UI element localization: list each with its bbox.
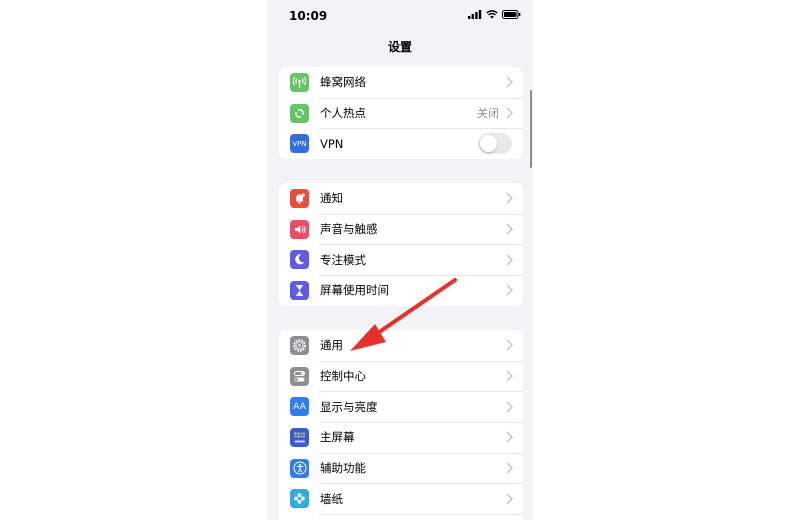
hotspot-link-icon — [290, 103, 309, 123]
home-screen-grid-icon — [290, 427, 309, 447]
settings-row-screen-time[interactable]: 屏幕使用时间 — [279, 275, 523, 306]
settings-row-label: 控制中心 — [320, 369, 366, 384]
settings-row-label: 通用 — [320, 338, 343, 353]
settings-row-home-screen[interactable]: 主屏幕 — [279, 422, 523, 453]
chevron-right-icon — [506, 107, 513, 119]
settings-row-label: 通知 — [320, 191, 343, 206]
settings-row-label: 蜂窝网络 — [320, 75, 366, 90]
settings-row-value: 关闭 — [477, 107, 499, 121]
settings-row-display-brightness[interactable]: AA 显示与亮度 — [279, 391, 523, 422]
settings-row-wallpaper[interactable]: 墙纸 — [279, 483, 523, 514]
chevron-right-icon — [506, 76, 513, 88]
switches-icon — [290, 366, 309, 386]
settings-screen: 10:09 设置 蜂窝网络 个人热点 关闭 VPN VPN 通知 声音与触感 专… — [267, 0, 533, 520]
settings-row-focus[interactable]: 专注模式 — [279, 244, 523, 275]
settings-row-vpn: VPN VPN — [279, 128, 523, 159]
text-size-icon: AA — [290, 397, 309, 417]
vpn-icon-text: VPN — [292, 139, 307, 148]
chevron-right-icon — [506, 401, 513, 413]
hourglass-icon — [290, 280, 309, 300]
settings-row-label: VPN — [320, 136, 344, 151]
moon-icon — [290, 250, 309, 270]
settings-group-general: 通用 控制中心 AA 显示与亮度 主屏幕 辅助功能 墙纸 — [279, 330, 523, 520]
battery-icon — [502, 10, 521, 19]
chevron-right-icon — [506, 493, 513, 505]
speaker-icon — [290, 219, 309, 239]
settings-row-label: 声音与触感 — [320, 222, 378, 237]
settings-group-notifications: 通知 声音与触感 专注模式 屏幕使用时间 — [279, 183, 523, 306]
toggle-knob — [480, 135, 497, 153]
text-size-icon-text: AA — [293, 401, 306, 412]
chevron-right-icon — [506, 192, 513, 204]
settings-row-general[interactable]: 通用 — [279, 330, 523, 361]
settings-row-label: 个人热点 — [320, 106, 366, 121]
chevron-right-icon — [506, 431, 513, 443]
settings-group-connectivity: 蜂窝网络 个人热点 关闭 VPN VPN — [279, 67, 523, 160]
settings-row-accessibility[interactable]: 辅助功能 — [279, 452, 523, 484]
settings-row-label: 墙纸 — [320, 491, 343, 506]
flower-icon — [290, 489, 309, 509]
chevron-right-icon — [506, 223, 513, 235]
page-title: 设置 — [387, 40, 412, 54]
accessibility-icon — [290, 458, 309, 478]
settings-row-personal-hotspot[interactable]: 个人热点 关闭 — [279, 97, 523, 129]
settings-row-control-center[interactable]: 控制中心 — [279, 360, 523, 392]
status-time: 10:09 — [289, 9, 328, 23]
settings-row-notifications[interactable]: 通知 — [279, 183, 523, 214]
chevron-right-icon — [506, 462, 513, 474]
settings-row-label: 辅助功能 — [320, 461, 366, 476]
chevron-right-icon — [506, 284, 513, 296]
settings-row-sounds-haptics[interactable]: 声音与触感 — [279, 213, 523, 245]
settings-row-partial — [279, 514, 523, 520]
settings-row-label: 专注模式 — [320, 252, 366, 267]
cellular-signal-icon — [468, 10, 482, 19]
status-icons — [468, 10, 521, 19]
status-bar: 10:09 — [267, 0, 533, 32]
chevron-right-icon — [506, 339, 513, 351]
settings-row-cellular[interactable]: 蜂窝网络 — [279, 67, 523, 98]
antenna-icon — [290, 72, 309, 92]
chevron-right-icon — [506, 254, 513, 266]
gear-icon — [290, 335, 309, 355]
vpn-icon: VPN — [290, 134, 309, 154]
chevron-right-icon — [506, 370, 513, 382]
vpn-toggle[interactable] — [478, 133, 512, 155]
notification-bell-icon — [290, 188, 309, 208]
settings-row-label: 屏幕使用时间 — [320, 283, 389, 298]
settings-row-label: 显示与亮度 — [320, 399, 378, 414]
settings-row-label: 主屏幕 — [320, 430, 355, 445]
wifi-icon — [486, 10, 498, 19]
scrollbar[interactable] — [530, 90, 532, 168]
